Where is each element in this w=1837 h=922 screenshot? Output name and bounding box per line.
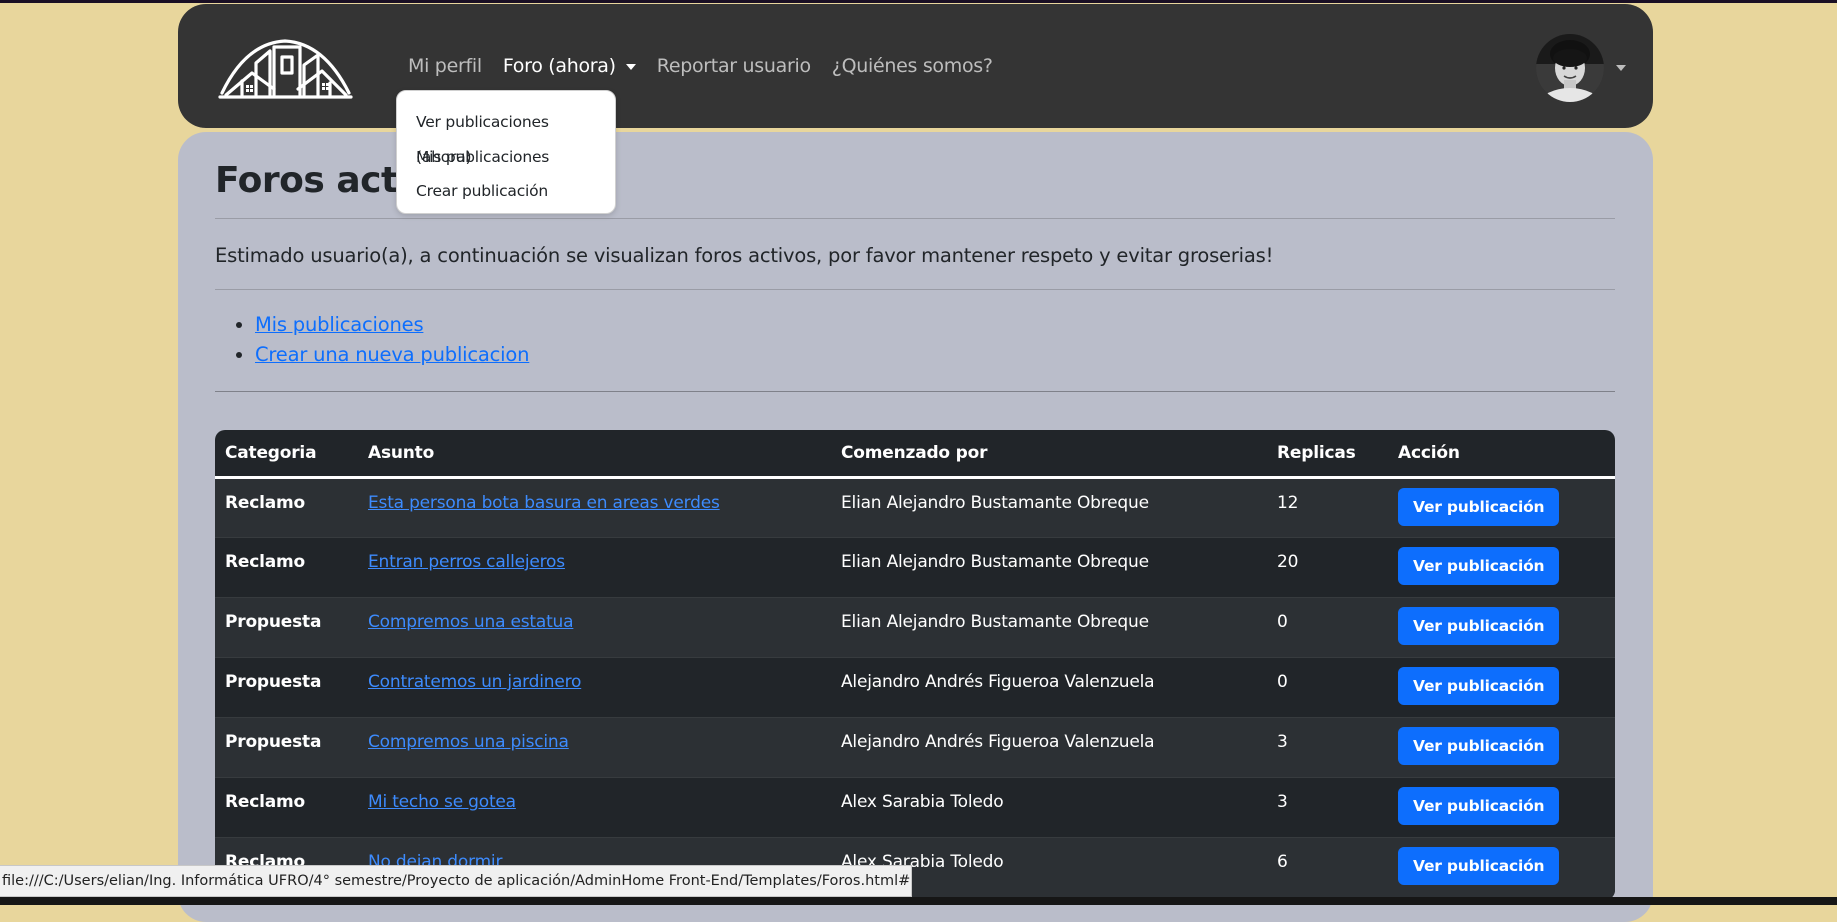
chevron-down-icon [625,63,636,70]
browser-status-bar: file:///C:/Users/elian/Ing. Informática … [0,865,912,897]
cell-replies: 0 [1267,657,1388,718]
cell-replies: 3 [1267,717,1388,778]
foro-dropdown-menu: Ver publicaciones (ahora) Mis publicacio… [396,90,616,214]
chevron-down-icon [1616,65,1626,71]
cell-author: Elian Alejandro Bustamante Obreque [831,597,1267,658]
column-header-replicas: Replicas [1267,430,1388,479]
cell-category: Reclamo [215,777,358,838]
cell-author: Alejandro Andrés Figueroa Valenzuela [831,657,1267,718]
cell-subject: Esta persona bota basura en areas verdes [358,477,831,538]
window-bottom-edge [0,897,1837,905]
cell-category: Propuesta [215,657,358,718]
cell-replies: 0 [1267,597,1388,658]
cell-category: Reclamo [215,537,358,598]
cell-action: Ver publicación [1388,537,1615,598]
list-item: Crear una nueva publicacion [255,340,529,370]
nav-item-quienes-somos[interactable]: ¿Quiénes somos? [832,55,993,77]
cell-category: Propuesta [215,597,358,658]
subject-link[interactable]: Esta persona bota basura en areas verdes [368,493,720,513]
nav-item-reportar-usuario[interactable]: Reportar usuario [657,55,811,77]
ver-publicacion-button[interactable]: Ver publicación [1398,607,1560,645]
cell-subject: Contratemos un jardinero [358,657,831,718]
ver-publicacion-button[interactable]: Ver publicación [1398,667,1560,705]
cell-replies: 12 [1267,477,1388,538]
ver-publicacion-button[interactable]: Ver publicación [1398,787,1560,825]
cell-action: Ver publicación [1388,717,1615,778]
cell-action: Ver publicación [1388,477,1615,538]
ver-publicacion-button[interactable]: Ver publicación [1398,547,1560,585]
subject-link[interactable]: Contratemos un jardinero [368,672,581,692]
cell-author: Alex Sarabia Toledo [831,777,1267,838]
cell-subject: Compremos una estatua [358,597,831,658]
divider [215,391,1615,392]
main-content-card: Foros activos Estimado usuario(a), a con… [178,132,1653,922]
cell-replies: 20 [1267,537,1388,598]
table-row: Propuesta Compremos una piscina Alejandr… [215,717,1615,778]
cell-subject: Entran perros callejeros [358,537,831,598]
cell-action: Ver publicación [1388,657,1615,718]
cell-author: Alejandro Andrés Figueroa Valenzuela [831,717,1267,778]
table-row: Propuesta Contratemos un jardinero Aleja… [215,657,1615,718]
cell-replies: 3 [1267,777,1388,838]
ver-publicacion-button[interactable]: Ver publicación [1398,847,1560,885]
cell-author: Elian Alejandro Bustamante Obreque [831,477,1267,538]
subject-link[interactable]: Compremos una piscina [368,732,569,752]
cell-action: Ver publicación [1388,597,1615,658]
cell-replies: 6 [1267,837,1388,898]
subject-link[interactable]: Mi techo se gotea [368,792,516,812]
cell-subject: Compremos una piscina [358,717,831,778]
cell-author: Elian Alejandro Bustamante Obreque [831,537,1267,598]
column-header-categoria: Categoria [215,430,358,479]
column-header-comenzado-por: Comenzado por [831,430,1267,479]
house-logo-icon[interactable] [218,37,353,101]
avatar-photo [1536,34,1604,102]
quick-links-list: Mis publicaciones Crear una nueva public… [215,310,529,370]
dropdown-item-ver-publicaciones[interactable]: Ver publicaciones (ahora) [397,105,615,166]
table-row: Reclamo Mi techo se gotea Alex Sarabia T… [215,777,1615,838]
column-header-asunto: Asunto [358,430,831,479]
column-header-accion: Acción [1388,430,1615,479]
list-item: Mis publicaciones [255,310,529,340]
nav-item-foro-label: Foro (ahora) [502,55,616,77]
table-header-row: Categoria Asunto Comenzado por Replicas … [215,430,1615,479]
dropdown-item-crear-publicacion[interactable]: Crear publicación [397,174,615,209]
table-row: Reclamo Esta persona bota basura en area… [215,477,1615,538]
nav-item-foro-dropdown[interactable]: Foro (ahora) [503,55,636,77]
ver-publicacion-button[interactable]: Ver publicación [1398,727,1560,765]
ver-publicacion-button[interactable]: Ver publicación [1398,488,1560,526]
intro-text: Estimado usuario(a), a continuación se v… [215,244,1274,267]
table-row: Reclamo Entran perros callejeros Elian A… [215,537,1615,598]
dropdown-item-mis-publicaciones[interactable]: Mis publicaciones [397,140,615,175]
avatar [1536,34,1604,102]
cell-category: Reclamo [215,477,358,538]
cell-action: Ver publicación [1388,777,1615,838]
forums-table: Categoria Asunto Comenzado por Replicas … [215,430,1615,900]
window-top-edge [0,0,1837,3]
subject-link[interactable]: Entran perros callejeros [368,552,565,572]
divider [215,218,1615,219]
table-row: Propuesta Compremos una estatua Elian Al… [215,597,1615,658]
cell-subject: Mi techo se gotea [358,777,831,838]
divider [215,289,1615,290]
link-mis-publicaciones[interactable]: Mis publicaciones [255,313,424,336]
subject-link[interactable]: Compremos una estatua [368,612,574,632]
cell-action: Ver publicación [1388,837,1615,898]
cell-category: Propuesta [215,717,358,778]
user-menu-toggle[interactable] [1536,34,1626,102]
link-crear-publicacion[interactable]: Crear una nueva publicacion [255,343,529,366]
forums-table-grid: Categoria Asunto Comenzado por Replicas … [215,430,1615,898]
nav-item-mi-perfil[interactable]: Mi perfil [408,55,482,77]
